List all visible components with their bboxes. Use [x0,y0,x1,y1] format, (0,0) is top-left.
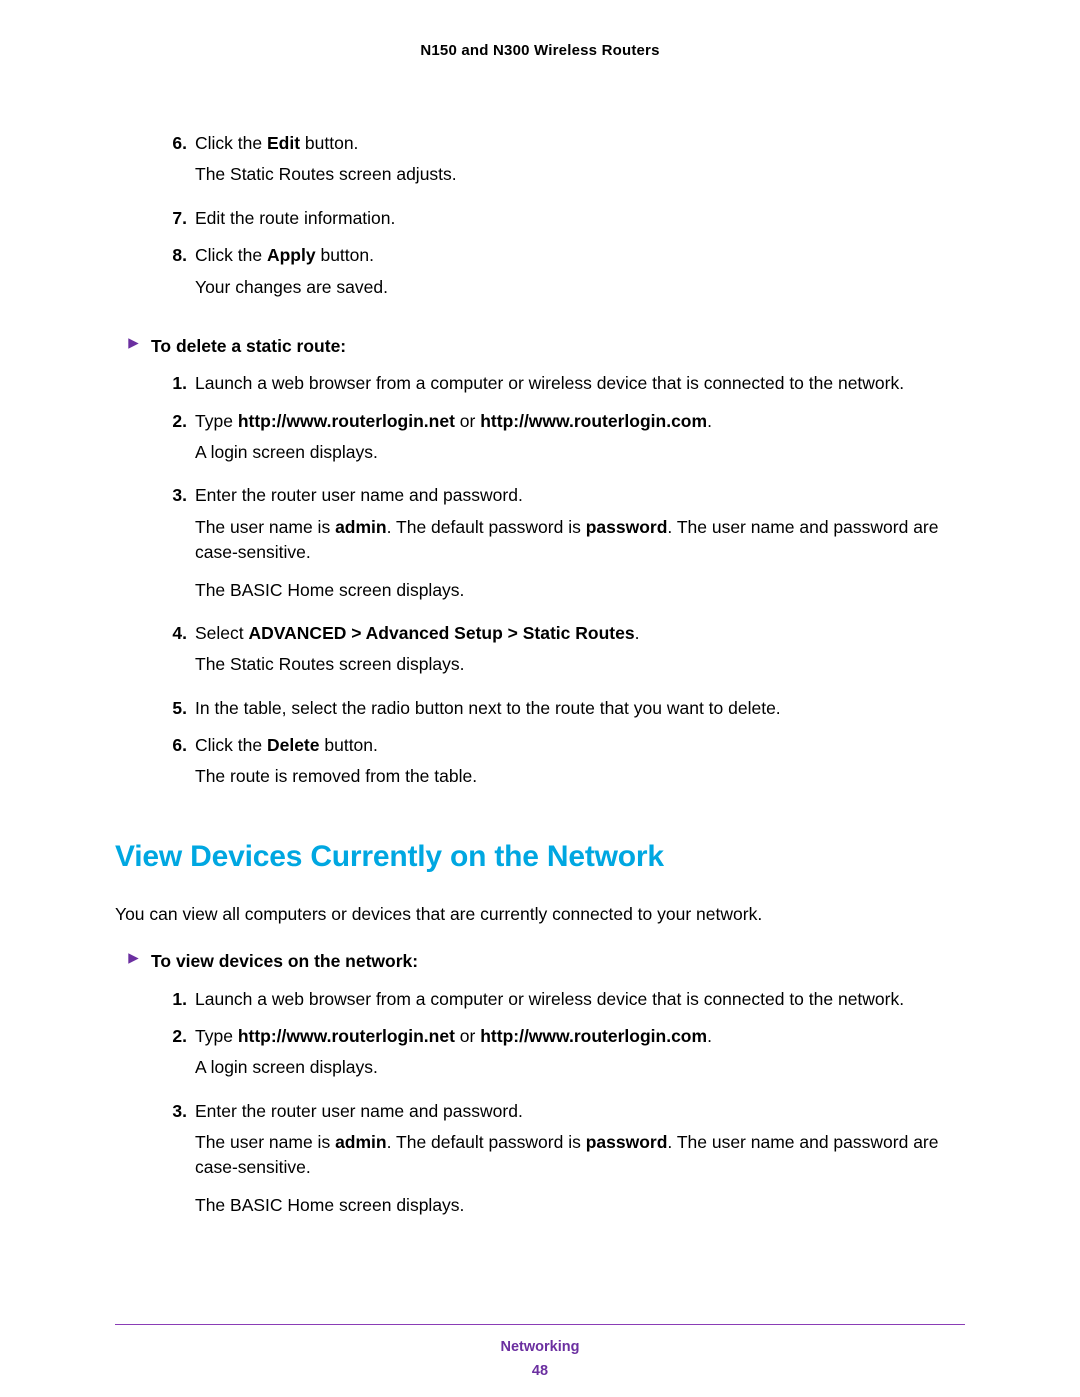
step-3: 3. Enter the router user name and passwo… [167,1099,965,1231]
step-5: 5. In the table, select the radio button… [167,696,965,727]
step-text: Launch a web browser from a computer or … [195,987,965,1018]
text-fragment: Type [195,1026,238,1046]
footer-chapter: Networking [0,1339,1080,1355]
result-text: A login screen displays. [195,1055,965,1080]
step-8: 8. Click the Apply button. Your changes … [167,243,965,312]
step-text: Launch a web browser from a computer or … [195,371,965,402]
bold-text: Delete [267,735,320,755]
bold-text: Apply [267,245,316,265]
step-text: Type http://www.routerlogin.net or http:… [195,1024,965,1093]
bold-text: password [586,1132,668,1152]
step-text: Click the Edit button. The Static Routes… [195,131,965,200]
procedure-heading-text: To view devices on the network: [151,949,418,974]
bold-url: http://www.routerlogin.com [480,411,707,431]
text-fragment: . [635,623,640,643]
result-text: The Static Routes screen adjusts. [195,162,965,187]
step-number: 7. [167,206,195,237]
bold-url: http://www.routerlogin.com [480,1026,707,1046]
step-number: 2. [167,1024,195,1093]
text-fragment: The user name is [195,517,335,537]
result-text: The route is removed from the table. [195,764,965,789]
page: N150 and N300 Wireless Routers 6. Click … [0,0,1080,1397]
text-fragment: button. [316,245,374,265]
result-text: A login screen displays. [195,440,965,465]
step-text: Enter the router user name and password.… [195,483,965,615]
procedure-heading-delete: To delete a static route: [115,334,965,359]
step-text: Enter the router user name and password.… [195,1099,965,1231]
step-7: 7. Edit the route information. [167,206,965,237]
bold-text: Edit [267,133,300,153]
bold-url: http://www.routerlogin.net [238,411,455,431]
step-1: 1. Launch a web browser from a computer … [167,987,965,1018]
result-text: The BASIC Home screen displays. [195,1193,965,1218]
bold-text: password [586,517,668,537]
text-fragment: . The default password is [387,517,586,537]
procedure-heading-view: To view devices on the network: [115,949,965,974]
step-text: Type http://www.routerlogin.net or http:… [195,409,965,478]
text-fragment: Type [195,411,238,431]
bold-url: http://www.routerlogin.net [238,1026,455,1046]
arrow-icon [115,949,151,965]
document-header: N150 and N300 Wireless Routers [115,42,965,59]
text-fragment: button. [300,133,358,153]
delete-steps: 1. Launch a web browser from a computer … [115,371,965,802]
footer-page-number: 48 [0,1363,1080,1379]
text-fragment: Click the [195,735,267,755]
step-text: Select ADVANCED > Advanced Setup > Stati… [195,621,965,690]
step-2: 2. Type http://www.routerlogin.net or ht… [167,409,965,478]
text-fragment: . [707,411,712,431]
step-number: 6. [167,733,195,802]
step-text: Edit the route information. [195,206,965,237]
result-text: Your changes are saved. [195,275,965,300]
step-3: 3. Enter the router user name and passwo… [167,483,965,615]
section-intro: You can view all computers or devices th… [115,902,965,927]
step-text: Click the Apply button. Your changes are… [195,243,965,312]
step-6: 6. Click the Edit button. The Static Rou… [167,131,965,200]
step-number: 3. [167,483,195,615]
bold-text: admin [335,517,387,537]
procedure-heading-text: To delete a static route: [151,334,346,359]
step-text: In the table, select the radio button ne… [195,696,965,727]
bold-text: ADVANCED > Advanced Setup > Static Route… [249,623,635,643]
step-number: 5. [167,696,195,727]
text-fragment: . The default password is [387,1132,586,1152]
step-1: 1. Launch a web browser from a computer … [167,371,965,402]
text-fragment: button. [320,735,378,755]
text-fragment: or [455,1026,480,1046]
step-number: 1. [167,987,195,1018]
step-2: 2. Type http://www.routerlogin.net or ht… [167,1024,965,1093]
arrow-icon [115,334,151,350]
step-4: 4. Select ADVANCED > Advanced Setup > St… [167,621,965,690]
text-fragment: or [455,411,480,431]
step-number: 6. [167,131,195,200]
text-fragment: The user name is [195,1132,335,1152]
page-footer: Networking 48 [0,1339,1080,1379]
steps-continued: 6. Click the Edit button. The Static Rou… [115,131,965,312]
step-number: 4. [167,621,195,690]
step-6b: 6. Click the Delete button. The route is… [167,733,965,802]
step-number: 8. [167,243,195,312]
text-fragment: Click the [195,245,267,265]
section-heading: View Devices Currently on the Network [115,840,965,874]
step-number: 3. [167,1099,195,1231]
step-text: Click the Delete button. The route is re… [195,733,965,802]
text-fragment: Select [195,623,249,643]
bold-text: admin [335,1132,387,1152]
view-steps: 1. Launch a web browser from a computer … [115,987,965,1231]
footer-rule [115,1324,965,1325]
text-fragment: Click the [195,133,267,153]
text-fragment: . [707,1026,712,1046]
result-text: The Static Routes screen displays. [195,652,965,677]
step-number: 2. [167,409,195,478]
step-number: 1. [167,371,195,402]
result-text: The BASIC Home screen displays. [195,578,965,603]
